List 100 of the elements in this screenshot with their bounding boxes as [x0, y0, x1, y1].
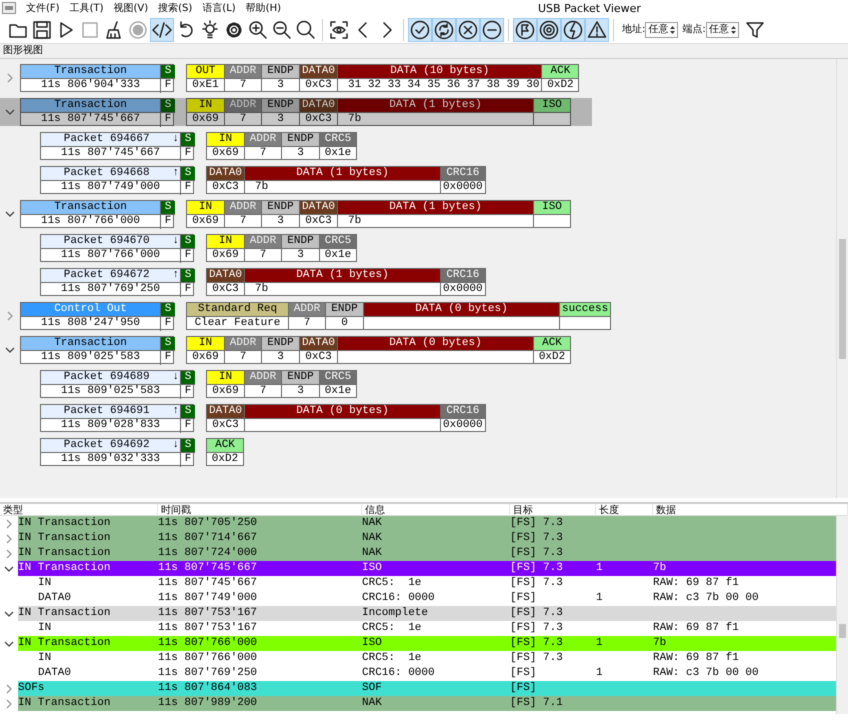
- packet-title: Packet 694667: [62, 133, 151, 146]
- table-row[interactable]: IN Transaction 11s 807'753'167 Incomplete [FS] 7.3: [18, 606, 836, 621]
- table-cell-text: CRC5: 1e: [362, 651, 422, 666]
- field-value: 3: [276, 79, 285, 92]
- warning-icon: [587, 20, 607, 40]
- table-cell-text: SOFs: [18, 681, 46, 696]
- menu-item[interactable]: 工具(T): [70, 0, 104, 16]
- lightning-circle-button[interactable]: [561, 18, 585, 42]
- start-flag: S: [181, 235, 195, 249]
- code-icon: [152, 20, 172, 40]
- warning-button[interactable]: [585, 18, 609, 42]
- end-mark-label: F: [184, 453, 192, 467]
- window-title: USB Packet Viewer: [538, 1, 641, 17]
- spin-field[interactable]: 任意: [706, 22, 739, 38]
- table-row[interactable]: IN Transaction 11s 807'714'667 NAK [FS] 7.3: [18, 531, 836, 546]
- expand-icon[interactable]: [5, 548, 13, 558]
- direction-arrow: ↓: [172, 235, 179, 248]
- table-cell-text: 11s 807'753'167: [158, 621, 258, 636]
- expand-icon[interactable]: [5, 698, 13, 708]
- table-cell-text: IN Transaction: [18, 561, 112, 576]
- menu-item[interactable]: 语言(L): [202, 0, 236, 16]
- bulb-icon: [200, 20, 220, 40]
- field-value: 7b: [347, 215, 362, 228]
- field-label: CRC5: [320, 133, 356, 147]
- field-label: IN: [187, 337, 224, 351]
- table-cell-text: IN Transaction: [18, 531, 112, 546]
- spin-arrows-icon[interactable]: [669, 24, 676, 36]
- check-circle-button[interactable]: [408, 18, 432, 42]
- menu-item[interactable]: 视图(V): [113, 0, 148, 16]
- field-label: IN: [187, 99, 224, 113]
- spin-field[interactable]: 任意: [645, 22, 678, 38]
- collapse-icon[interactable]: [4, 564, 14, 572]
- timestamp: 11s 809'028'833: [41, 419, 181, 433]
- table-cell-text: NAK: [362, 546, 383, 561]
- stop-icon: [80, 20, 100, 40]
- direction-arrow: ↓: [172, 133, 179, 146]
- field-value: 7: [238, 113, 248, 126]
- start-flag: S: [161, 337, 175, 351]
- table-row[interactable]: IN Transaction 11s 807'766'000 ISO [FS] 7.3 1 7b: [18, 636, 836, 651]
- close-circle-button[interactable]: [456, 18, 480, 42]
- field-label: DATA0: [300, 201, 338, 215]
- collapse-icon[interactable]: [4, 610, 14, 618]
- collapse-icon[interactable]: [5, 210, 15, 218]
- field-label: DATA (0 bytes): [245, 405, 440, 419]
- field-label: CRC16: [441, 269, 485, 283]
- code-button[interactable]: [150, 18, 174, 42]
- end-mark-label: F: [184, 249, 192, 263]
- field-label: ADDR: [289, 303, 325, 317]
- field-label: IN: [207, 235, 244, 249]
- table-row[interactable]: IN Transaction 11s 807'724'000 NAK [FS] 7.3: [18, 546, 836, 561]
- scrollbar[interactable]: [836, 516, 848, 714]
- field-label: IN: [187, 201, 224, 215]
- field-label: ENDP: [326, 303, 363, 317]
- collapse-icon[interactable]: [5, 108, 15, 116]
- spin-arrows-icon[interactable]: [730, 24, 737, 36]
- table-cell-text: 11s 807'766'000: [158, 636, 258, 651]
- field-label: DATA0: [207, 269, 244, 283]
- menu-item[interactable]: 帮助(H): [246, 0, 281, 16]
- field-value: 0x0000: [442, 283, 484, 296]
- expand-icon[interactable]: [5, 518, 13, 528]
- settings-icon: [224, 20, 244, 40]
- table-row[interactable]: IN Transaction 11s 807'705'250 NAK [FS] 7.3: [18, 516, 836, 531]
- minus-circle-button[interactable]: [480, 18, 504, 42]
- table-row[interactable]: IN Transaction 11s 807'989'200 NAK [FS] 7.1: [18, 696, 836, 711]
- table-cell-text: CRC5: 1e: [362, 576, 422, 591]
- spiral-circle-button[interactable]: [537, 18, 561, 42]
- scrollbar-thumb[interactable]: [839, 239, 846, 359]
- menu-item[interactable]: 搜索(S): [158, 0, 192, 16]
- collapse-icon[interactable]: [5, 346, 15, 354]
- sync-circle-button[interactable]: [432, 18, 456, 42]
- field-value: 3: [296, 385, 305, 398]
- table-cell-text: SOF: [362, 681, 383, 696]
- table-cell-text: CRC5: 1e: [362, 621, 422, 636]
- table-cell-text: IN Transaction: [18, 606, 112, 621]
- table-cell-text: NAK: [362, 516, 383, 531]
- flag-circle-button[interactable]: [513, 18, 537, 42]
- expand-icon[interactable]: [5, 684, 13, 694]
- packet-title: Packet 694670: [62, 235, 151, 248]
- scrollbar-thumb[interactable]: [839, 624, 846, 638]
- field-label: ADDR: [245, 371, 281, 385]
- direction-arrow: ↑: [172, 405, 179, 418]
- timestamp: 11s 806'904'333: [21, 79, 161, 93]
- table-row[interactable]: IN Transaction 11s 807'745'667 ISO [FS] 7.3 1 7b: [18, 561, 836, 576]
- table-cell-text: RAW: 69 87 f1: [653, 651, 740, 666]
- table-row[interactable]: SOFs 11s 807'864'083 SOF [FS]: [18, 681, 836, 696]
- field-value: 0xD2: [538, 351, 566, 364]
- transaction-title: Transaction: [21, 201, 161, 215]
- table-cell-text: 11s 807'705'250: [158, 516, 258, 531]
- table-cell-text: 11s 807'769'250: [158, 666, 258, 681]
- table-cell-text: 7b: [653, 636, 668, 651]
- field-value: Clear Feature: [194, 317, 282, 330]
- scrollbar[interactable]: [836, 59, 848, 498]
- expand-icon[interactable]: [5, 534, 13, 544]
- field-value: 0xC3: [304, 113, 333, 126]
- field-value: 0x0000: [442, 419, 484, 432]
- menu-item[interactable]: 文件(F): [26, 0, 60, 16]
- table-cell-text: [FS] 7.3: [510, 621, 564, 636]
- field-label: success: [560, 303, 610, 317]
- table-cell-text: 1: [596, 591, 604, 606]
- collapse-icon[interactable]: [4, 640, 14, 648]
